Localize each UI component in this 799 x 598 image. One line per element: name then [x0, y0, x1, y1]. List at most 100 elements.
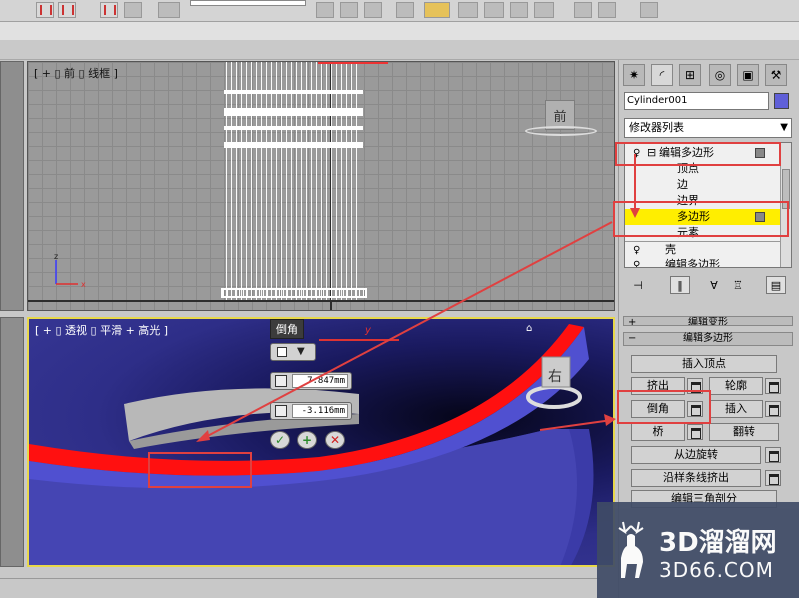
- outline-button[interactable]: 轮廓: [709, 377, 763, 395]
- schematic-icon[interactable]: [424, 2, 450, 18]
- display-tab-icon[interactable]: ▣: [737, 64, 759, 86]
- named-selection-field[interactable]: [190, 0, 306, 6]
- outline-settings-icon[interactable]: [765, 378, 781, 394]
- filter-icon[interactable]: [124, 2, 142, 18]
- axis-z-label: z: [54, 252, 58, 261]
- viewcube-ring[interactable]: [525, 126, 597, 136]
- material-editor-icon[interactable]: [458, 2, 478, 18]
- hinge-from-edge-button[interactable]: 从边旋转: [631, 446, 761, 464]
- rollout-top-label: 编辑变形: [688, 317, 728, 326]
- stack-item-shell[interactable]: ♀ 壳: [625, 241, 781, 257]
- motion-tab-icon[interactable]: ◎: [709, 64, 731, 86]
- chevron-down-icon: ▼: [780, 122, 788, 133]
- extrude-along-spline-button[interactable]: 沿样条线挤出: [631, 469, 761, 487]
- caddy-axis-line: [319, 339, 399, 341]
- insert-vertex-button[interactable]: 插入顶点: [631, 355, 777, 373]
- stack-sub-label: 边: [677, 178, 688, 191]
- cylinder-band: [224, 142, 363, 148]
- left-viewport-edge-lower: [0, 317, 24, 567]
- home-icon[interactable]: ⌂: [526, 323, 536, 334]
- extrude-spline-settings-icon[interactable]: [765, 470, 781, 486]
- status-bar: [0, 578, 600, 598]
- viewcube-face-label: 右: [548, 369, 562, 385]
- bevel-height-field[interactable]: 7.847mm: [270, 372, 352, 390]
- cylinder-band: [224, 126, 363, 130]
- create-tab-icon[interactable]: ✷: [623, 64, 645, 86]
- inset-button[interactable]: 插入: [709, 400, 763, 418]
- rollout-edit-poly[interactable]: − 编辑多边形: [623, 332, 793, 346]
- viewport-render-icon[interactable]: [598, 2, 616, 18]
- caddy-axis-y-label: y: [365, 325, 371, 336]
- layer-icon[interactable]: [364, 2, 382, 18]
- stack-item-edit-poly-2[interactable]: ♀ 编辑多边形: [625, 257, 781, 268]
- activeshade-icon[interactable]: [574, 2, 592, 18]
- unlink-icon[interactable]: [58, 2, 76, 18]
- object-name-input[interactable]: Cylinder001: [624, 92, 769, 110]
- checkmark-icon: ✓: [274, 433, 286, 447]
- left-viewport-edge: [0, 61, 24, 311]
- stack-item-label: 编辑多边形: [665, 258, 720, 268]
- render-icon[interactable]: [534, 2, 554, 18]
- make-unique-icon[interactable]: ∀: [704, 276, 724, 294]
- group-icon: [277, 347, 287, 357]
- object-color-swatch[interactable]: [774, 93, 789, 109]
- panel-tabs: ✷ ◜ ⊞ ◎ ▣ ⚒: [621, 62, 791, 88]
- persp-viewport-label[interactable]: [ + ▯ 透视 ▯ 平滑 + 高光 ]: [35, 322, 168, 338]
- chevron-down-icon: ▼: [297, 346, 305, 357]
- bevel-outline-value[interactable]: -3.116mm: [292, 404, 348, 418]
- front-viewport-label[interactable]: [ + ▯ 前 ▯ 线框 ]: [34, 65, 118, 81]
- utilities-tab-icon[interactable]: ⚒: [765, 64, 787, 86]
- bind-icon[interactable]: [100, 2, 118, 18]
- x-icon: ✕: [329, 433, 341, 447]
- select-link-icon[interactable]: [36, 2, 54, 18]
- caddy-title: 倒角: [270, 319, 304, 339]
- pin-stack-icon[interactable]: ⊣: [628, 276, 648, 294]
- highlight-stack-item: [615, 142, 781, 166]
- deer-logo-icon: [618, 521, 644, 578]
- hierarchy-tab-icon[interactable]: ⊞: [679, 64, 701, 86]
- caddy-apply-button[interactable]: +: [297, 431, 317, 449]
- cylinder-wireframe[interactable]: [226, 62, 361, 300]
- ribbon-bar: [0, 40, 799, 60]
- bridge-button[interactable]: 桥: [631, 423, 685, 441]
- rollout-top[interactable]: + 编辑变形: [623, 316, 793, 326]
- axis-x-label: x: [81, 280, 86, 289]
- watermark: 3D溜溜网 3D66.COM: [597, 502, 799, 598]
- modifier-list-dropdown[interactable]: 修改器列表 ▼: [624, 118, 792, 138]
- align-icon[interactable]: [340, 2, 358, 18]
- render-setup-icon[interactable]: [484, 2, 504, 18]
- stack-tools: ⊣ ‖ ∀ ♖ ▤: [624, 274, 794, 296]
- bevel-height-value[interactable]: 7.847mm: [292, 374, 348, 388]
- viewcube-persp[interactable]: 右: [522, 351, 612, 411]
- bevel-type-dropdown[interactable]: ▼: [270, 343, 316, 361]
- axis-tripod-icon: z x: [54, 252, 86, 289]
- caddy-cancel-button[interactable]: ✕: [325, 431, 345, 449]
- rollout-edit-poly-label: 编辑多边形: [683, 333, 733, 344]
- cylinder-band: [224, 90, 363, 94]
- curve-editor-icon[interactable]: [396, 2, 414, 18]
- modify-tab-icon[interactable]: ◜: [651, 64, 673, 86]
- inset-settings-icon[interactable]: [765, 401, 781, 417]
- extra-tool-icon[interactable]: [640, 2, 658, 18]
- stack-item-label: 壳: [665, 243, 676, 256]
- watermark-title: 3D溜溜网: [659, 528, 777, 558]
- height-icon: [275, 375, 287, 387]
- mirror-icon[interactable]: [316, 2, 334, 18]
- render-frame-icon[interactable]: [510, 2, 528, 18]
- plus-icon: +: [301, 433, 313, 447]
- highlight-bevel-button: [617, 390, 711, 424]
- hinge-settings-icon[interactable]: [765, 447, 781, 463]
- modifier-list-label: 修改器列表: [629, 121, 684, 134]
- perspective-viewport[interactable]: [ + ▯ 透视 ▯ 平滑 + 高光 ] ⌂ 右 倒角 y ▼ 7.847mm …: [27, 317, 615, 567]
- caddy-ok-button[interactable]: ✓: [270, 431, 290, 449]
- bridge-settings-icon[interactable]: [687, 424, 703, 440]
- flip-button[interactable]: 翻转: [709, 423, 779, 441]
- outline-icon: [275, 405, 287, 417]
- front-viewport[interactable]: [ + ▯ 前 ▯ 线框 ] 前 z x: [27, 61, 615, 311]
- remove-modifier-icon[interactable]: ♖: [728, 276, 748, 294]
- bevel-outline-field[interactable]: -3.116mm: [270, 402, 352, 420]
- bulb-icon[interactable]: ♀: [633, 258, 640, 267]
- configure-sets-icon[interactable]: ▤: [766, 276, 786, 294]
- show-end-result-icon[interactable]: ‖: [670, 276, 690, 294]
- abc-icon[interactable]: [158, 2, 180, 18]
